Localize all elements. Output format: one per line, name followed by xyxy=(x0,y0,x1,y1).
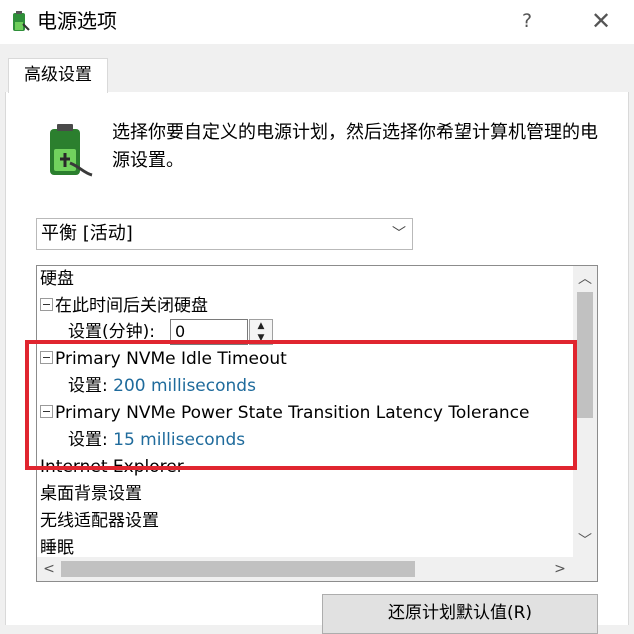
tree-item-nvme-latency[interactable]: Primary NVMe Power State Transition Late… xyxy=(40,401,529,425)
scrollbar-corner xyxy=(573,557,597,581)
power-plan-dropdown[interactable]: 平衡 [活动] ﹀ xyxy=(36,218,413,250)
scroll-up-icon[interactable]: ︿ xyxy=(573,268,597,290)
tree-item-turn-off-disk[interactable]: 在此时间后关闭硬盘 xyxy=(40,294,208,318)
vertical-scrollbar[interactable]: ︿ ﹀ xyxy=(573,266,597,558)
tree-item-hard-disk[interactable]: 硬盘 xyxy=(40,267,74,291)
nvme-idle-value-link[interactable]: 200 milliseconds xyxy=(113,376,256,396)
scroll-left-icon[interactable]: < xyxy=(38,557,60,581)
tree-item-nvme-idle[interactable]: Primary NVMe Idle Timeout xyxy=(40,347,287,371)
setting-minutes-label: 设置(分钟): xyxy=(68,322,155,342)
tree-item-label: Primary NVMe Power State Transition Late… xyxy=(55,403,530,423)
horizontal-scroll-thumb[interactable] xyxy=(61,561,415,577)
tree-item-label: Primary NVMe Idle Timeout xyxy=(55,349,287,369)
window-title: 电源选项 xyxy=(37,9,117,33)
nvme-latency-setting: 设置: 15 milliseconds xyxy=(68,428,245,452)
collapse-icon[interactable] xyxy=(40,298,53,311)
spin-down-icon[interactable]: ▼ xyxy=(250,332,272,344)
tree-item-internet-explorer[interactable]: Internet Explorer xyxy=(40,455,184,479)
restore-defaults-button[interactable]: 还原计划默认值(R) xyxy=(322,594,598,634)
vertical-scroll-thumb[interactable] xyxy=(577,292,593,418)
scroll-down-icon[interactable]: ﹀ xyxy=(573,530,597,552)
collapse-icon[interactable] xyxy=(40,351,53,364)
nvme-idle-setting: 设置: 200 milliseconds xyxy=(68,374,256,398)
tree-item-desktop-background[interactable]: 桌面背景设置 xyxy=(40,482,142,506)
chevron-down-icon: ﹀ xyxy=(392,226,406,242)
close-button[interactable]: ✕ xyxy=(586,6,616,36)
setting-label: 设置: xyxy=(68,430,108,450)
setting-label: 设置: xyxy=(68,376,108,396)
description-text: 选择你要自定义的电源计划，然后选择你希望计算机管理的电源设置。 xyxy=(112,122,598,171)
nvme-latency-value-link[interactable]: 15 milliseconds xyxy=(113,430,245,450)
minutes-input[interactable]: 0 xyxy=(170,319,248,345)
collapse-icon[interactable] xyxy=(40,405,53,418)
minutes-spinner[interactable]: ▲ ▼ xyxy=(249,319,273,345)
power-plan-value: 平衡 [活动] xyxy=(41,223,133,244)
settings-tree[interactable]: 硬盘 在此时间后关闭硬盘 设置(分钟): 0 ▲ ▼ Primary NVMe … xyxy=(36,265,598,582)
power-options-icon xyxy=(13,11,30,31)
tab-advanced-settings[interactable]: 高级设置 xyxy=(8,58,108,93)
title-bar: 电源选项 ? ✕ xyxy=(0,0,634,44)
tree-item-wireless-adapter[interactable]: 无线适配器设置 xyxy=(40,509,159,533)
tree-item-label: 在此时间后关闭硬盘 xyxy=(55,296,208,316)
horizontal-scrollbar[interactable]: < > xyxy=(37,557,573,581)
help-button[interactable]: ? xyxy=(512,6,542,36)
spin-up-icon[interactable]: ▲ xyxy=(250,320,272,332)
scroll-right-icon[interactable]: > xyxy=(549,557,571,581)
battery-plug-icon xyxy=(50,124,93,177)
